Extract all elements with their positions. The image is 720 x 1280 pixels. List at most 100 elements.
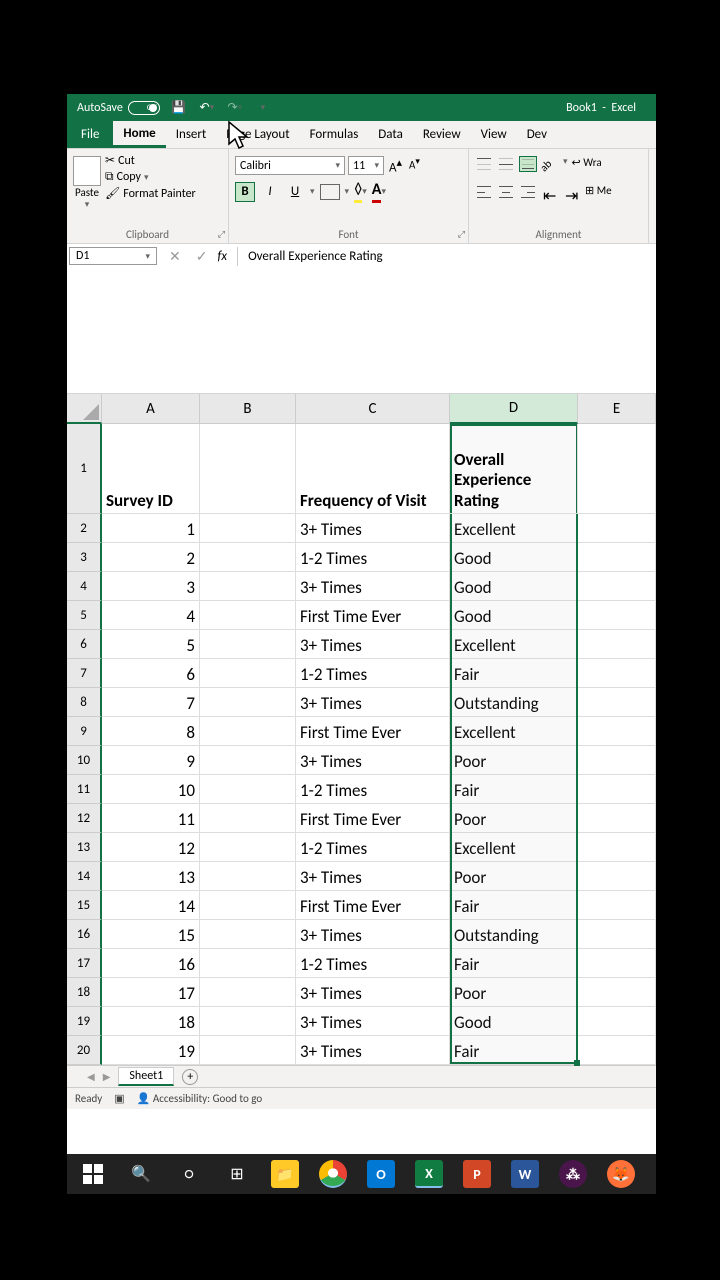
- col-header-b[interactable]: B: [200, 394, 296, 424]
- cell[interactable]: 1-2 Times: [296, 833, 450, 862]
- row-header[interactable]: 2: [67, 514, 102, 543]
- cell[interactable]: 3+ Times: [296, 688, 450, 717]
- bold-button[interactable]: B: [235, 182, 255, 202]
- cell[interactable]: 17: [102, 978, 200, 1007]
- cut-button[interactable]: ✂Cut: [105, 153, 196, 168]
- cell[interactable]: [578, 891, 656, 920]
- row-header[interactable]: 7: [67, 659, 102, 688]
- cell[interactable]: Fair: [450, 659, 578, 688]
- cell[interactable]: Good: [450, 1007, 578, 1036]
- cell[interactable]: [200, 804, 296, 833]
- tab-review[interactable]: Review: [413, 121, 471, 148]
- row-header[interactable]: 15: [67, 891, 102, 920]
- cell[interactable]: 13: [102, 862, 200, 891]
- cell[interactable]: Fair: [450, 949, 578, 978]
- cell[interactable]: 3+ Times: [296, 746, 450, 775]
- cell[interactable]: [200, 833, 296, 862]
- tab-developer[interactable]: Dev: [517, 121, 557, 148]
- cell[interactable]: Poor: [450, 978, 578, 1007]
- font-size-dropdown[interactable]: 11▾: [348, 156, 384, 175]
- cell[interactable]: 4: [102, 601, 200, 630]
- cell[interactable]: 5: [102, 630, 200, 659]
- align-bottom-button[interactable]: [519, 156, 537, 172]
- cell[interactable]: [578, 978, 656, 1007]
- cell[interactable]: 3+ Times: [296, 630, 450, 659]
- cell[interactable]: [200, 717, 296, 746]
- cell[interactable]: 11: [102, 804, 200, 833]
- word-icon[interactable]: W: [505, 1154, 545, 1194]
- cell[interactable]: Poor: [450, 862, 578, 891]
- col-header-a[interactable]: A: [102, 394, 200, 424]
- align-right-button[interactable]: [519, 184, 537, 200]
- cell[interactable]: 7: [102, 688, 200, 717]
- font-color-button[interactable]: A▾: [372, 180, 386, 203]
- orientation-button[interactable]: ab: [537, 152, 562, 177]
- undo-icon[interactable]: ↶▾: [198, 99, 216, 117]
- sheet-tab-sheet1[interactable]: Sheet1: [118, 1067, 174, 1086]
- row-header[interactable]: 13: [67, 833, 102, 862]
- autosave-toggle[interactable]: AutoSave Off: [77, 101, 160, 115]
- cell[interactable]: [200, 688, 296, 717]
- increase-font-icon[interactable]: A▴: [387, 156, 404, 175]
- cell[interactable]: Poor: [450, 804, 578, 833]
- cell[interactable]: [200, 949, 296, 978]
- row-header[interactable]: 17: [67, 949, 102, 978]
- cell[interactable]: [578, 1036, 656, 1065]
- cell[interactable]: 3+ Times: [296, 862, 450, 891]
- cell[interactable]: [200, 862, 296, 891]
- row-header[interactable]: 12: [67, 804, 102, 833]
- cell[interactable]: [578, 424, 656, 514]
- tab-home[interactable]: Home: [113, 121, 165, 148]
- tab-page-layout[interactable]: Page Layout: [216, 121, 299, 148]
- decrease-indent-button[interactable]: ⇤: [541, 184, 559, 200]
- cell[interactable]: [200, 1036, 296, 1065]
- cancel-formula-icon[interactable]: ✕: [169, 248, 181, 265]
- cell[interactable]: 12: [102, 833, 200, 862]
- cell[interactable]: [200, 601, 296, 630]
- tab-formulas[interactable]: Formulas: [300, 121, 369, 148]
- slack-icon[interactable]: ⁂: [553, 1154, 593, 1194]
- cell[interactable]: First Time Ever: [296, 804, 450, 833]
- cell[interactable]: 3+ Times: [296, 514, 450, 543]
- row-header[interactable]: 11: [67, 775, 102, 804]
- redo-icon[interactable]: ↷▾: [226, 99, 244, 117]
- cell[interactable]: Poor: [450, 746, 578, 775]
- cell[interactable]: First Time Ever: [296, 717, 450, 746]
- customize-qat-icon[interactable]: ▾: [254, 99, 272, 117]
- cell[interactable]: [578, 1007, 656, 1036]
- sheet-nav-prev-icon[interactable]: ◀: [87, 1070, 95, 1083]
- col-header-e[interactable]: E: [578, 394, 656, 424]
- cell[interactable]: [578, 514, 656, 543]
- cell[interactable]: [200, 572, 296, 601]
- italic-button[interactable]: I: [260, 182, 280, 202]
- wrap-text-button[interactable]: ↩ Wra: [572, 156, 602, 174]
- row-header[interactable]: 16: [67, 920, 102, 949]
- merge-button[interactable]: ⊞ Me: [585, 184, 612, 200]
- cell[interactable]: [200, 659, 296, 688]
- save-icon[interactable]: 💾: [170, 99, 188, 117]
- cell[interactable]: Good: [450, 543, 578, 572]
- cell[interactable]: [578, 949, 656, 978]
- cell[interactable]: 3+ Times: [296, 920, 450, 949]
- cell[interactable]: 2: [102, 543, 200, 572]
- cell[interactable]: Good: [450, 601, 578, 630]
- cell[interactable]: [578, 572, 656, 601]
- cell[interactable]: 10: [102, 775, 200, 804]
- cell[interactable]: [578, 688, 656, 717]
- row-header[interactable]: 4: [67, 572, 102, 601]
- cell[interactable]: First Time Ever: [296, 891, 450, 920]
- row-header[interactable]: 10: [67, 746, 102, 775]
- enter-formula-icon[interactable]: ✓: [196, 248, 208, 265]
- cell[interactable]: 19: [102, 1036, 200, 1065]
- cell[interactable]: 3+ Times: [296, 1007, 450, 1036]
- cell[interactable]: [200, 920, 296, 949]
- cell[interactable]: [578, 862, 656, 891]
- align-middle-button[interactable]: [497, 156, 515, 172]
- cell[interactable]: First Time Ever: [296, 601, 450, 630]
- row-header[interactable]: 5: [67, 601, 102, 630]
- row-header[interactable]: 3: [67, 543, 102, 572]
- cell[interactable]: Excellent: [450, 833, 578, 862]
- copy-button[interactable]: ⧉Copy ▾: [105, 170, 196, 184]
- align-center-button[interactable]: [497, 184, 515, 200]
- cell[interactable]: Good: [450, 572, 578, 601]
